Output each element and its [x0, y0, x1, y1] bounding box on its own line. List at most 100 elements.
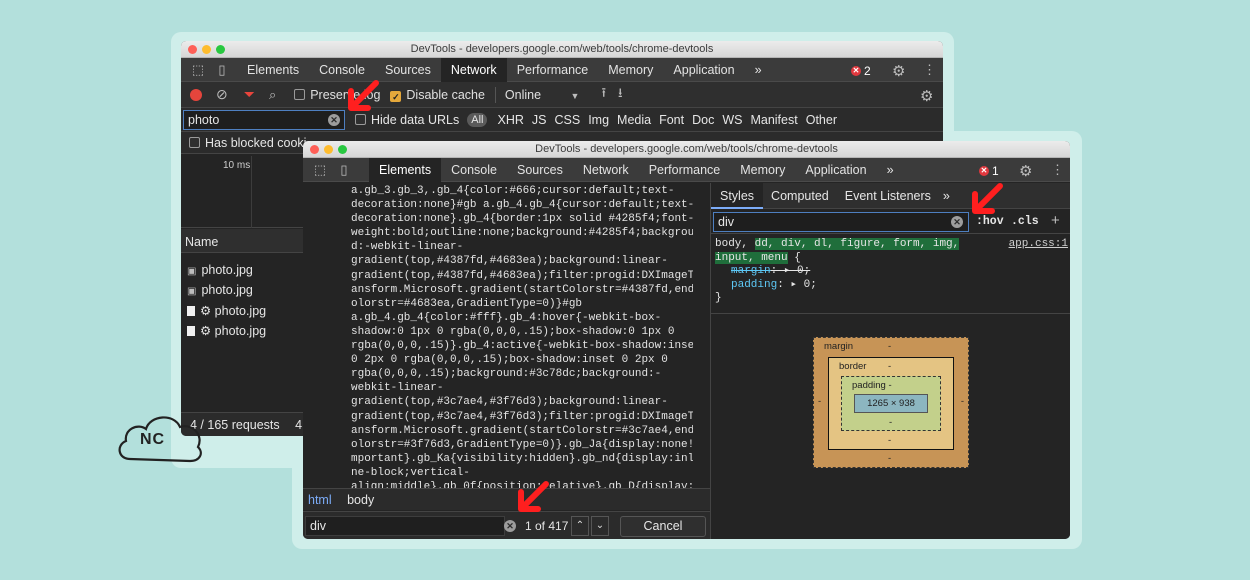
add-rule-icon[interactable]: + — [1051, 212, 1060, 229]
dom-search-value: div — [310, 519, 326, 533]
filter-input[interactable]: photo ✕ — [183, 109, 345, 130]
disable-cache-toggle[interactable]: ✓ Disable cache — [390, 88, 485, 102]
type-filter-css[interactable]: CSS — [554, 113, 580, 127]
toolbar-divider — [494, 86, 496, 103]
request-row[interactable]: ⚙ photo.jpg — [181, 301, 303, 321]
disable-cache-label: Disable cache — [406, 87, 485, 102]
request-row[interactable]: ⚙ photo.jpg — [181, 321, 303, 341]
code-line: gradient(top,#3c7ae4,#3f76d3);background… — [351, 396, 668, 409]
name-column-header[interactable]: Name — [181, 229, 303, 253]
box-model-content[interactable]: 1265 × 938 — [854, 394, 928, 413]
request-list: ▣ photo.jpg ▣ photo.jpg ⚙ photo.jpg ⚙ phot… — [181, 261, 303, 341]
box-model-border[interactable]: border - - padding - - 1265 × 938 — [828, 357, 954, 450]
disable-cache-checkbox[interactable]: ✓ — [390, 90, 402, 102]
device-toolbar-icon[interactable]: ▯ — [211, 62, 233, 78]
preserve-log-checkbox[interactable] — [294, 88, 306, 100]
code-line: rgba(0,0,0,.15)}.gb_4:active{-webkit-box… — [351, 340, 693, 353]
inspect-element-icon[interactable]: ⬚ — [307, 162, 333, 178]
request-row[interactable]: ▣ photo.jpg — [181, 281, 303, 301]
error-count: 1 — [992, 164, 999, 178]
css-value-margin[interactable]: 0; — [797, 265, 810, 277]
tab-application[interactable]: Application — [663, 58, 744, 82]
timeline-overview[interactable]: 10 ms — [181, 156, 303, 228]
dom-search-input[interactable]: div — [305, 516, 505, 536]
error-badge[interactable]: ✕ 1 — [979, 164, 999, 178]
type-filter-ws[interactable]: WS — [722, 113, 742, 127]
tab-performance[interactable]: Performance — [639, 158, 731, 182]
more-tabs-button[interactable]: » — [745, 58, 772, 82]
cancel-search-button[interactable]: Cancel — [620, 516, 706, 537]
type-filter-other[interactable]: Other — [806, 113, 837, 127]
blocked-cookies-toggle[interactable]: Has blocked cooki — [189, 136, 306, 150]
tab-event-listeners[interactable]: Event Listeners — [837, 189, 939, 203]
tab-performance[interactable]: Performance — [507, 58, 599, 82]
tab-memory[interactable]: Memory — [598, 58, 663, 82]
rule-selector-highlight: input, menu — [715, 251, 788, 264]
rule-source-link[interactable]: app.css:1 — [1009, 238, 1068, 252]
clear-icon[interactable]: ⊘ — [216, 86, 228, 103]
next-match-button[interactable]: ⌄ — [591, 516, 609, 536]
more-options-icon[interactable]: ⋮ — [923, 62, 936, 78]
more-options-icon[interactable]: ⋮ — [1051, 162, 1064, 178]
more-subtabs-button[interactable]: » — [939, 189, 954, 203]
styles-filter-input[interactable]: div — [713, 212, 969, 232]
tab-console[interactable]: Console — [309, 58, 375, 82]
clear-search-icon[interactable]: ✕ — [504, 520, 516, 532]
type-filter-img[interactable]: Img — [588, 113, 609, 127]
hide-data-urls-toggle[interactable]: Hide data URLs — [355, 113, 459, 127]
breadcrumb-body[interactable]: body — [347, 493, 374, 507]
more-tabs-button[interactable]: » — [877, 158, 904, 182]
type-filter-font[interactable]: Font — [659, 113, 684, 127]
dom-tree-panel[interactable]: a.gb_3.gb_3,.gb_4{color:#666;cursor:defa… — [351, 184, 693, 494]
margin-right-value: - — [960, 396, 964, 407]
type-filter-all[interactable]: All — [467, 112, 488, 127]
request-row[interactable]: ▣ photo.jpg — [181, 261, 303, 281]
export-har-icon[interactable]: ⭳ — [618, 84, 623, 106]
blocked-cookies-checkbox[interactable] — [189, 136, 200, 148]
network-settings-gear-icon[interactable]: ⚙ — [920, 87, 933, 105]
error-badge[interactable]: ✕ 2 — [851, 64, 871, 78]
border-top-value: - — [888, 361, 892, 372]
tab-network[interactable]: Network — [573, 158, 639, 182]
css-property-margin[interactable]: margin — [731, 265, 771, 277]
css-rule[interactable]: body, dd, div, dl, figure, form, img, in… — [711, 234, 1070, 314]
settings-gear-icon[interactable]: ⚙ — [1019, 162, 1032, 180]
tab-console[interactable]: Console — [441, 158, 507, 182]
type-filter-manifest[interactable]: Manifest — [750, 113, 797, 127]
tab-elements[interactable]: Elements — [369, 157, 442, 182]
clear-styles-filter-icon[interactable]: ✕ — [951, 216, 963, 228]
window-title: DevTools - developers.google.com/web/too… — [410, 43, 714, 55]
type-filter-doc[interactable]: Doc — [692, 113, 714, 127]
settings-gear-icon[interactable]: ⚙ — [892, 62, 905, 80]
css-value-padding[interactable]: 0; — [804, 279, 817, 291]
tab-memory[interactable]: Memory — [730, 158, 795, 182]
inspect-element-icon[interactable]: ⬚ — [185, 62, 211, 78]
class-toggle[interactable]: .cls — [1011, 215, 1039, 228]
tab-elements[interactable]: Elements — [237, 58, 309, 82]
import-har-icon[interactable]: ⭱ — [601, 84, 606, 106]
type-filter-media[interactable]: Media — [617, 113, 651, 127]
tab-sources[interactable]: Sources — [375, 58, 441, 82]
clear-filter-icon[interactable]: ✕ — [328, 113, 340, 126]
type-filter-js[interactable]: JS — [532, 113, 547, 127]
network-toolbar: ⊘ ⏷ ⌕ Preserve log ✓ Disable cache Online… — [181, 82, 943, 108]
tab-network[interactable]: Network — [440, 57, 507, 82]
search-icon[interactable]: ⌕ — [269, 87, 276, 103]
type-filter-xhr[interactable]: XHR — [497, 113, 523, 127]
record-button[interactable] — [190, 88, 202, 101]
breadcrumb-html[interactable]: html — [308, 493, 332, 507]
tab-application[interactable]: Application — [795, 158, 876, 182]
box-model-padding[interactable]: padding - - 1265 × 938 — [841, 376, 941, 431]
tab-sources[interactable]: Sources — [507, 158, 573, 182]
code-line: gradient(top,#4387fd,#4683ea);filter:pro… — [351, 269, 693, 282]
previous-match-button[interactable]: ⌃ — [571, 516, 589, 536]
tab-computed[interactable]: Computed — [763, 189, 837, 203]
throttle-select[interactable]: Online ▼ — [505, 88, 580, 102]
hide-data-urls-checkbox[interactable] — [355, 113, 366, 125]
rule-selector: body, — [715, 238, 755, 250]
css-property-padding[interactable]: padding — [731, 279, 777, 291]
box-model-margin[interactable]: margin - - - - border - - padding - - 12… — [813, 337, 969, 468]
device-toolbar-icon[interactable]: ▯ — [333, 162, 355, 178]
filter-funnel-icon[interactable]: ⏷ — [244, 86, 255, 103]
tab-styles[interactable]: Styles — [711, 182, 764, 209]
